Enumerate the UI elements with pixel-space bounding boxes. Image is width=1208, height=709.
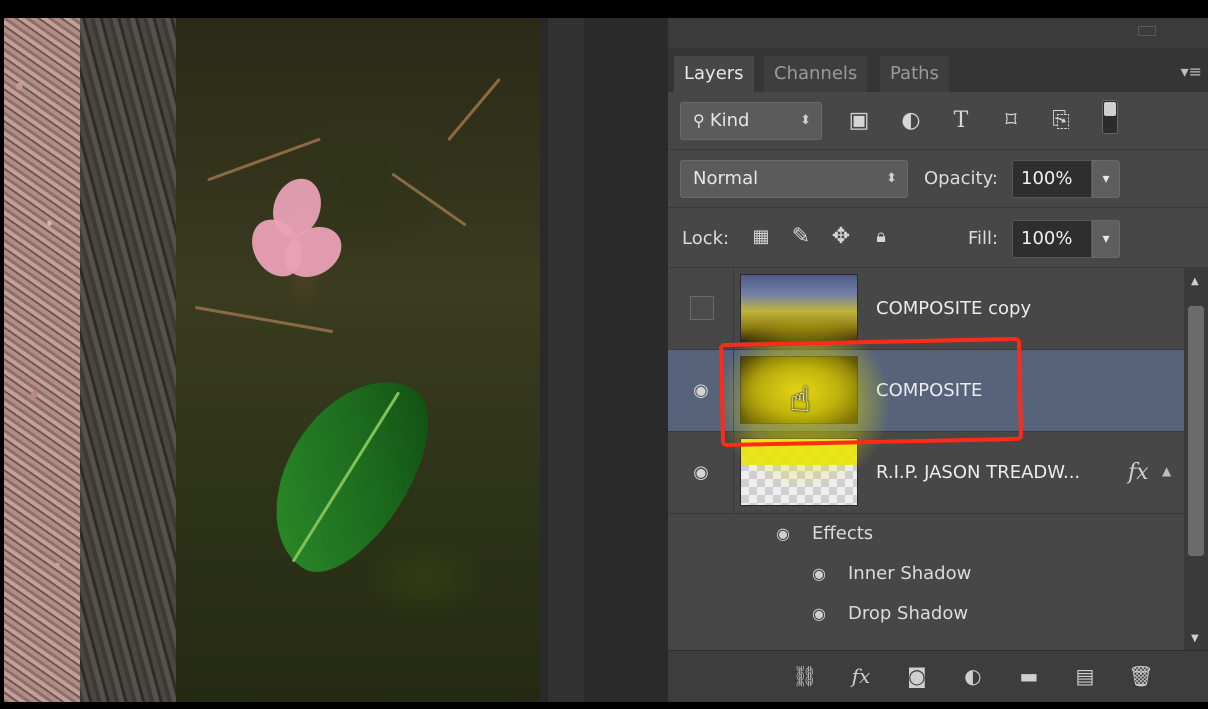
layer-thumbnail	[740, 274, 858, 342]
tab-layers[interactable]: Layers	[674, 56, 754, 92]
effects-label: Effects	[812, 523, 874, 544]
fill-input[interactable]: 100%	[1012, 220, 1092, 258]
panel-dock-header	[668, 18, 1208, 48]
smart-object-filter-icon[interactable]: ⎘	[1046, 106, 1076, 136]
lock-position-move-icon[interactable]: ✥	[826, 222, 856, 252]
layers-panel-footer: ⛓ fx ◙ ◐ ▬ ▤ 🗑︎	[668, 650, 1208, 702]
scroll-up-arrow-icon[interactable]: ▲	[1191, 276, 1199, 287]
layer-name: COMPOSITE	[876, 380, 983, 401]
twig	[194, 305, 334, 334]
twig	[447, 77, 501, 142]
effect-row-drop-shadow[interactable]: ◉ Drop Shadow	[734, 594, 1184, 634]
fill-label: Fill:	[968, 228, 999, 249]
effect-name: Drop Shadow	[848, 603, 969, 624]
effect-name: Inner Shadow	[848, 563, 972, 584]
panel-menu-icon[interactable]: ▾≡	[1181, 62, 1202, 81]
lock-label: Lock:	[682, 228, 730, 249]
layer-name: COMPOSITE copy	[876, 298, 1032, 319]
layers-list: COMPOSITE copy ◉ COMPOSITE ◉ R.I.P. JASO…	[668, 268, 1184, 650]
layer-thumbnail	[740, 356, 858, 424]
opacity-label: Opacity:	[924, 168, 998, 189]
eye-icon[interactable]: ◉	[812, 554, 826, 594]
layer-name: R.I.P. JASON TREADW...	[876, 462, 1081, 483]
document-canvas[interactable]	[4, 18, 540, 702]
layer-effects-fx-icon[interactable]: fx	[1128, 432, 1149, 514]
layer-row-rip-jason[interactable]: ◉ R.I.P. JASON TREADW... fx ▲	[668, 432, 1184, 514]
layer-row-composite[interactable]: ◉ COMPOSITE	[668, 350, 1184, 432]
scrollbar-thumb[interactable]	[1188, 306, 1204, 556]
shape-filter-icon[interactable]: ⌑	[996, 106, 1026, 136]
eye-icon[interactable]: ◉	[812, 594, 826, 634]
opacity-input[interactable]: 100%	[1012, 160, 1092, 198]
layer-filter-row: ⚲ Kind ⬍ ▣ ◐ T ⌑ ⎘	[668, 92, 1208, 150]
visibility-column: ◉	[668, 350, 734, 431]
eye-icon[interactable]: ◉	[688, 460, 714, 486]
layers-panel: Layers Channels Paths ▾≡ ⚲ Kind ⬍ ▣ ◐ T …	[668, 18, 1208, 702]
blend-mode-select[interactable]: Normal ⬍	[680, 160, 908, 198]
new-group-folder-icon[interactable]: ▬	[1014, 661, 1044, 691]
eye-icon[interactable]: ◉	[688, 378, 714, 404]
panel-grip-icon[interactable]	[1138, 26, 1156, 36]
tab-paths[interactable]: Paths	[880, 56, 949, 92]
tab-channels[interactable]: Channels	[764, 56, 868, 92]
filter-toggle-switch[interactable]	[1102, 100, 1118, 134]
image-filter-icon[interactable]: ▣	[844, 106, 874, 136]
select-arrows-icon: ⬍	[800, 113, 811, 128]
eye-icon[interactable]: ◉	[776, 514, 790, 554]
adjustment-filter-icon[interactable]: ◐	[896, 106, 926, 136]
lock-row: Lock: ▦ ✎ ✥ 🔒︎ Fill: 100% ▾	[668, 208, 1208, 268]
effects-group-row[interactable]: ◉ Effects	[734, 514, 1184, 554]
blend-row: Normal ⬍ Opacity: 100% ▾	[668, 150, 1208, 208]
link-layers-icon[interactable]: ⛓	[790, 661, 820, 691]
visibility-column: ◉	[668, 432, 734, 513]
select-arrows-icon: ⬍	[886, 171, 897, 186]
filter-kind-select[interactable]: ⚲ Kind ⬍	[680, 102, 822, 140]
layer-row-composite-copy[interactable]: COMPOSITE copy	[668, 268, 1184, 350]
twig	[207, 137, 321, 182]
collapse-effects-caret-icon[interactable]: ▲	[1162, 464, 1171, 478]
layers-scrollbar[interactable]: ▲ ▼	[1184, 268, 1208, 650]
lock-paint-brush-icon[interactable]: ✎	[786, 222, 816, 252]
blend-mode-value: Normal	[693, 168, 759, 189]
pink-flower	[242, 171, 351, 288]
scroll-down-arrow-icon[interactable]: ▼	[1191, 633, 1199, 644]
effect-row-inner-shadow[interactable]: ◉ Inner Shadow	[734, 554, 1184, 594]
visibility-column	[668, 268, 734, 349]
layer-thumbnail	[740, 438, 858, 506]
delete-layer-trash-icon[interactable]: 🗑︎	[1126, 661, 1156, 691]
panel-tabs: Layers Channels Paths ▾≡	[668, 48, 1208, 92]
stone-edge-region	[80, 18, 176, 702]
filter-kind-label: Kind	[709, 110, 750, 131]
type-filter-icon[interactable]: T	[946, 106, 976, 136]
workspace-strip	[548, 18, 584, 702]
add-layer-style-fx-icon[interactable]: fx	[846, 661, 876, 691]
search-icon: ⚲	[693, 111, 710, 130]
twig	[391, 172, 467, 227]
add-mask-icon[interactable]: ◙	[902, 661, 932, 691]
lock-all-padlock-icon[interactable]: 🔒︎	[866, 222, 896, 252]
green-leaf	[242, 352, 456, 594]
new-adjustment-layer-icon[interactable]: ◐	[958, 661, 988, 691]
lock-transparency-icon[interactable]: ▦	[746, 222, 776, 252]
granite-stone-region	[4, 18, 80, 702]
visibility-toggle-off[interactable]	[690, 296, 714, 320]
opacity-dropdown-button[interactable]: ▾	[1092, 160, 1120, 198]
fill-dropdown-button[interactable]: ▾	[1092, 220, 1120, 258]
new-layer-icon[interactable]: ▤	[1070, 661, 1100, 691]
